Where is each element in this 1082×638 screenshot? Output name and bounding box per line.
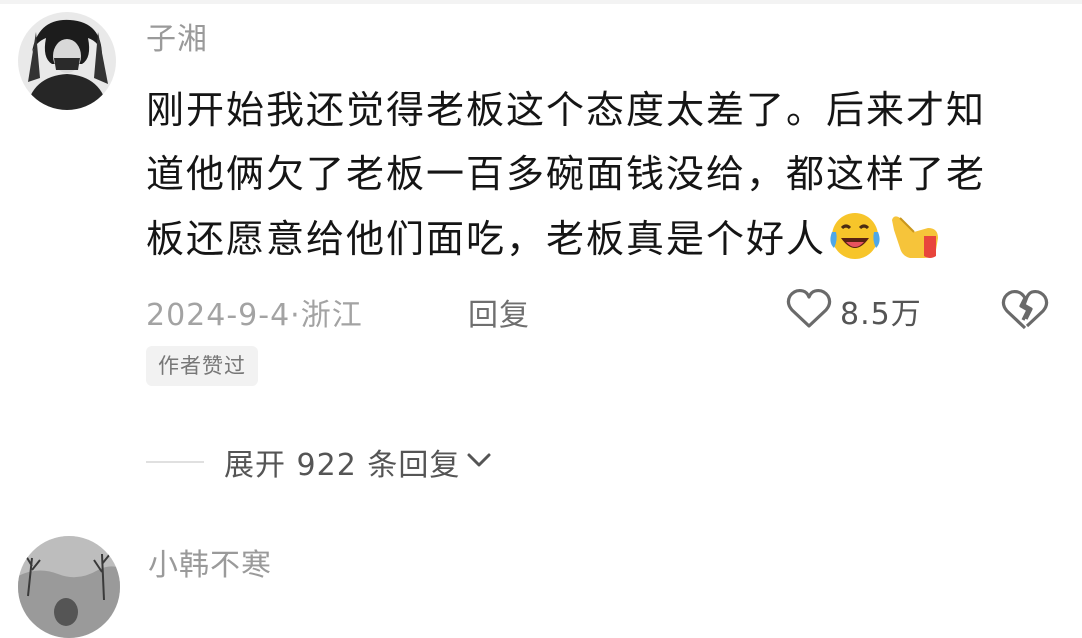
broken-heart-icon [1000,289,1050,336]
top-divider [0,0,1082,4]
like-count: 8.5万 [840,297,922,332]
comment-line: 道他俩欠了老板一百多碗面钱没给，都这样了老 [146,152,987,196]
comment-username[interactable]: 子湘 [146,14,208,58]
comment-line-with-emoji: 板还愿意给他们面吃，老板真是个好人 [146,206,1046,271]
comment-text: 刚开始我还觉得老板这个态度太差了。后来才知 道他俩欠了老板一百多碗面钱没给，都这… [146,78,1046,271]
expand-replies-label: 展开 922 条回复 [224,448,461,483]
reply-button[interactable]: 回复 [468,290,530,334]
heart-icon [786,288,832,334]
dislike-button[interactable] [1000,288,1050,336]
avatar[interactable] [18,536,120,638]
pointing-hand-emoji [884,206,942,264]
comment-username[interactable]: 小韩不寒 [148,540,272,584]
avatar[interactable] [18,12,116,110]
laughing-crying-emoji [826,206,884,264]
expand-replies-button[interactable]: 展开 922 条回复 [146,440,492,484]
comment-meta: 2024-9-4·浙江 [146,298,363,333]
like-button[interactable]: 8.5万 [786,288,922,334]
comment-line: 刚开始我还觉得老板这个态度太差了。后来才知 [146,88,987,132]
author-liked-badge: 作者赞过 [146,346,258,386]
comment-line: 板还愿意给他们面吃，老板真是个好人 [146,217,827,261]
divider-line [146,461,204,463]
chevron-down-icon [466,450,492,474]
